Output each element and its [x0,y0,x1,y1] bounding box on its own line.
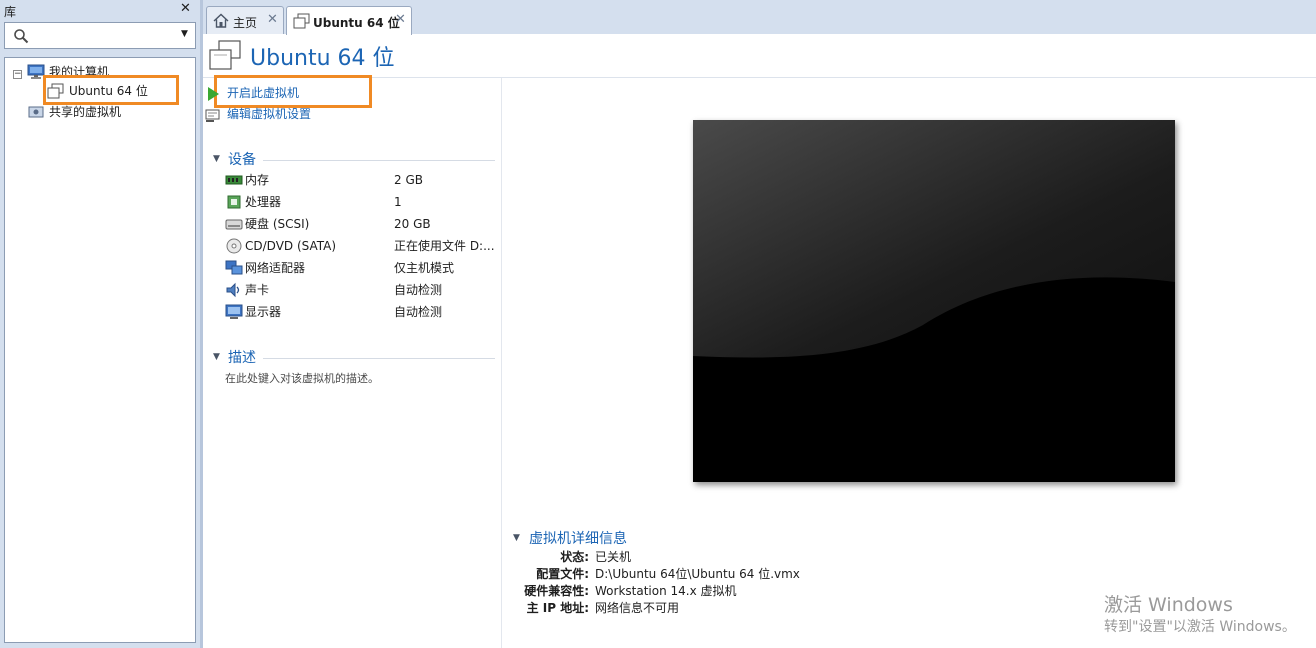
device-row-cd-dvd[interactable]: CD/DVD (SATA) 正在使用文件 D:... [225,235,497,257]
device-row-memory[interactable]: 内存 2 GB [225,169,497,191]
vm-large-icon [209,40,241,70]
library-pane: 库 ✕ ▼ − 我的计算机 Ubuntu 64 位 共享的虚拟机 [0,0,200,648]
vm-summary-column: 开启此虚拟机 编辑虚拟机设置 ▼ 设备 内存 2 GB 处理器 1 硬盘 (SC… [203,75,502,648]
tree-item-label: Ubuntu 64 位 [69,84,148,98]
tab-label: 主页 [233,16,258,30]
vm-preview-column: ▼ 虚拟机详细信息 状态: 已关机 配置文件: D:\Ubuntu 64位\Ub… [503,78,1316,648]
device-row-network-adapter[interactable]: 网络适配器 仅主机模式 [225,257,497,279]
collapse-arrow-icon[interactable]: ▼ [213,154,220,164]
tree-item-shared-vms[interactable]: 共享的虚拟机 [5,102,191,122]
description-section-label: 描述 [228,350,256,366]
settings-icon [205,109,220,122]
tree-item-ubuntu-vm[interactable]: Ubuntu 64 位 [47,81,175,101]
device-name: 处理器 [245,195,282,209]
device-value: 自动检测 [394,305,443,319]
library-tree[interactable]: − 我的计算机 Ubuntu 64 位 共享的虚拟机 [4,57,196,643]
device-name: 声卡 [245,283,270,297]
detail-key: 配置文件: [536,567,589,581]
vm-screen-thumbnail[interactable] [693,120,1175,482]
device-value: 仅主机模式 [394,261,455,275]
device-name: 硬盘 (SCSI) [245,217,310,231]
power-on-label: 开启此虚拟机 [227,86,300,100]
activation-watermark-hint: 转到"设置"以激活 Windows。 [1104,619,1296,635]
library-close-button[interactable]: ✕ [180,1,191,16]
description-input[interactable]: 在此处键入对该虚拟机的描述。 [225,370,379,386]
vm-screen-image [693,120,1175,482]
cd-dvd-icon [226,238,242,254]
detail-value: 网络信息不可用 [595,601,680,615]
collapse-arrow-icon[interactable]: ▼ [213,352,220,362]
detail-value: 已关机 [595,550,632,564]
tab-label: Ubuntu 64 位 [313,16,400,30]
tree-item-label: 共享的虚拟机 [49,105,122,119]
play-icon [208,87,219,101]
devices-section-header[interactable]: ▼ 设备 [213,149,495,169]
device-value: 1 [394,195,402,209]
page-title: Ubuntu 64 位 [250,46,395,71]
edit-settings-label: 编辑虚拟机设置 [227,107,312,121]
detail-key: 主 IP 地址: [526,601,589,615]
devices-section-label: 设备 [228,152,256,168]
close-icon[interactable]: ✕ [267,12,278,27]
detail-key: 状态: [560,550,589,564]
chevron-down-icon[interactable]: ▼ [181,29,188,39]
description-section-header[interactable]: ▼ 描述 [213,347,495,367]
detail-row-config-file: 配置文件: D:\Ubuntu 64位\Ubuntu 64 位.vmx [503,566,1103,583]
device-row-sound-card[interactable]: 声卡 自动检测 [225,279,497,301]
vm-icon [293,13,310,29]
device-row-hard-disk[interactable]: 硬盘 (SCSI) 20 GB [225,213,497,235]
section-divider [263,358,495,359]
device-value: 正在使用文件 D:... [394,239,495,253]
device-value: 20 GB [394,217,431,231]
detail-value: Workstation 14.x 虚拟机 [595,584,737,598]
detail-row-ip-address: 主 IP 地址: 网络信息不可用 [503,600,1103,617]
tab-home[interactable]: 主页 ✕ [206,6,284,34]
device-row-processor[interactable]: 处理器 1 [225,191,497,213]
section-divider [263,160,495,161]
close-icon[interactable]: ✕ [395,12,406,27]
vm-header: Ubuntu 64 位 [203,34,1316,78]
search-icon [14,29,29,44]
display-icon [225,304,243,319]
edit-settings-button[interactable]: 编辑虚拟机设置 [205,105,312,123]
collapse-arrow-icon[interactable]: ▼ [513,533,520,543]
processor-icon [227,195,241,209]
device-name: 网络适配器 [245,261,306,275]
library-search-input[interactable] [33,26,173,45]
details-section-label: 虚拟机详细信息 [529,531,627,547]
sound-card-icon [226,282,240,298]
main-area: 主页 ✕ Ubuntu 64 位 ✕ Ubuntu 64 位 开启此虚拟机 编辑… [203,0,1316,648]
device-name: 显示器 [245,305,282,319]
tab-strip: 主页 ✕ Ubuntu 64 位 ✕ [203,0,1316,35]
activation-watermark-title: 激活 Windows [1104,594,1233,616]
detail-key: 硬件兼容性: [524,584,589,598]
device-name: CD/DVD (SATA) [245,239,337,253]
device-value: 自动检测 [394,283,443,297]
power-on-button[interactable]: 开启此虚拟机 [208,84,300,102]
library-title: 库 [4,5,17,19]
device-value: 2 GB [394,173,423,187]
collapse-icon[interactable]: − [13,70,22,79]
memory-icon [225,175,243,185]
hard-disk-icon [225,219,243,230]
device-name: 内存 [245,173,270,187]
detail-row-hardware-compat: 硬件兼容性: Workstation 14.x 虚拟机 [503,583,1103,600]
detail-row-status: 状态: 已关机 [503,549,1103,566]
library-search-box[interactable]: ▼ [4,22,196,49]
library-header: 库 ✕ [0,0,200,20]
vm-icon [47,83,64,99]
network-adapter-icon [225,260,243,275]
home-icon [213,13,229,28]
device-row-display[interactable]: 显示器 自动检测 [225,301,497,323]
tab-ubuntu-vm[interactable]: Ubuntu 64 位 ✕ [286,6,412,35]
detail-value: D:\Ubuntu 64位\Ubuntu 64 位.vmx [595,567,800,581]
shared-vms-icon [28,106,44,118]
